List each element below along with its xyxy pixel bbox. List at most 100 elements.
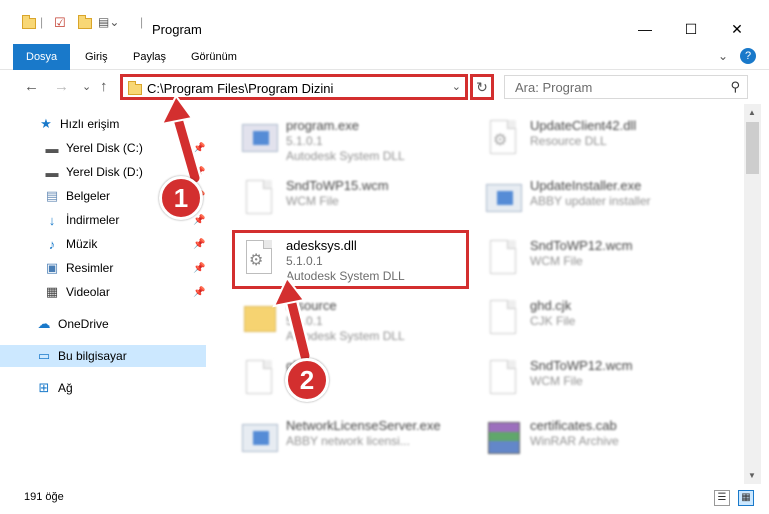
new-folder-icon[interactable] [78, 15, 92, 29]
file-icon [240, 176, 274, 218]
cloud-icon: ☁ [37, 316, 51, 331]
file-item[interactable]: UpdateInstaller.exe ABBY updater install… [480, 172, 720, 224]
sidebar-item-disk-c[interactable]: ▬ Yerel Disk (C:) 📌 [0, 137, 206, 159]
properties-icon[interactable]: ☑ [54, 15, 66, 31]
dll-file-icon: ⚙ [484, 116, 518, 158]
window-title: Program [152, 22, 202, 37]
file-name: SndToWP15.wcm [286, 178, 389, 193]
address-path: C:\Program Files\Program Dizini [147, 81, 334, 96]
search-box[interactable]: Ara: Program ⚲ [504, 75, 748, 99]
file-item[interactable]: ghdat [236, 352, 476, 404]
tab-giris[interactable]: Giriş [72, 44, 121, 70]
refresh-button[interactable]: ↻ [470, 74, 494, 100]
scroll-thumb[interactable] [746, 122, 759, 174]
recent-locations-button[interactable]: ⌄ [82, 80, 91, 93]
sidebar-item-music[interactable]: ♪ Müzik 📌 [0, 233, 206, 255]
tab-paylas[interactable]: Paylaş [120, 44, 179, 70]
sidebar-item-label: Hızlı erişim [60, 117, 120, 131]
file-type: WinRAR Archive [530, 434, 619, 448]
file-type: WCM File [530, 254, 583, 268]
file-type: WCM File [530, 374, 583, 388]
file-item[interactable]: NetworkLicenseServer.exe ABBY network li… [236, 412, 476, 464]
help-button[interactable]: ? [740, 48, 756, 64]
file-name: UpdateClient42.dll [530, 118, 637, 133]
address-bar[interactable]: C:\Program Files\Program Dizini ⌄ [120, 74, 468, 100]
pin-icon: 📌 [193, 142, 206, 154]
file-item[interactable]: certificates.cab WinRAR Archive [480, 412, 720, 464]
application-icon [240, 416, 278, 458]
pin-icon: 📌 [193, 166, 206, 178]
file-item[interactable]: ghd.cjk CJK File [480, 292, 720, 344]
divider: | [40, 15, 44, 29]
search-icon[interactable]: ⚲ [730, 79, 740, 95]
file-name: SndToWP12.wcm [530, 238, 633, 253]
pin-icon: 📌 [193, 286, 206, 298]
sidebar-item-onedrive[interactable]: ☁ OneDrive [0, 313, 206, 335]
download-icon: ↓ [48, 212, 56, 228]
folder-icon [128, 81, 142, 95]
documents-icon: ▤ [45, 188, 59, 203]
file-list: program.exe 5.1.0.1 Autodesk System DLL … [206, 104, 744, 484]
up-button[interactable]: ↑ [100, 78, 108, 95]
file-icon [240, 356, 274, 398]
videos-icon: ▦ [45, 284, 59, 299]
file-item[interactable]: SndToWP12.wcm WCM File [480, 232, 720, 284]
file-name: UpdateInstaller.exe [530, 178, 642, 193]
file-type: Resource DLL [530, 134, 607, 148]
file-description: Autodesk System DLL [286, 329, 405, 343]
file-name: ghd.cjk [530, 298, 572, 313]
file-version: 5.1.0.1 [286, 314, 323, 328]
file-name: NetworkLicenseServer.exe [286, 418, 441, 433]
file-item[interactable]: program.exe 5.1.0.1 Autodesk System DLL [236, 112, 476, 164]
back-button[interactable]: ← [24, 78, 39, 95]
sidebar-item-label: Videolar [66, 285, 110, 299]
file-name: certificates.cab [530, 418, 617, 433]
network-icon: ⊞ [38, 380, 50, 395]
file-icon [484, 296, 518, 338]
minimize-button[interactable]: — [622, 14, 668, 44]
customize-toolbar-icon[interactable]: ▤⌄ [98, 15, 119, 29]
scroll-down-icon[interactable]: ▼ [748, 471, 756, 480]
navigation-pane: ★ Hızlı erişim ▬ Yerel Disk (C:) 📌 ▬ Yer… [0, 104, 206, 484]
pin-icon: 📌 [193, 262, 206, 274]
file-icon [484, 356, 518, 398]
maximize-button[interactable]: ☐ [668, 14, 714, 44]
sidebar-item-videos[interactable]: ▦ Videolar 📌 [0, 281, 206, 303]
details-view-icon[interactable]: ☰ [714, 490, 730, 506]
close-button[interactable]: ✕ [714, 14, 760, 44]
file-item[interactable]: SndToWP15.wcm WCM File [236, 172, 476, 224]
sidebar-item-label: OneDrive [58, 317, 109, 331]
sidebar-item-label: Yerel Disk (D:) [66, 165, 143, 179]
pictures-icon: ▣ [45, 260, 59, 275]
pin-icon: 📌 [193, 238, 206, 250]
file-type: CJK File [530, 314, 576, 328]
file-item[interactable]: SndToWP12.wcm WCM File [480, 352, 720, 404]
scroll-up-icon[interactable]: ▲ [748, 108, 756, 117]
sidebar-item-network[interactable]: ⊞ Ağ [0, 377, 206, 399]
archive-icon [484, 416, 520, 458]
vertical-scrollbar[interactable]: ▲ ▼ [744, 104, 761, 484]
file-item[interactable]: ⚙ UpdateClient42.dll Resource DLL [480, 112, 720, 164]
tab-gorunum[interactable]: Görünüm [178, 44, 250, 70]
sidebar-item-quick-access[interactable]: ★ Hızlı erişim [0, 113, 206, 135]
file-description: Autodesk System DLL [286, 149, 405, 163]
file-highlight-box [232, 230, 469, 289]
file-version: 5.1.0.1 [286, 134, 323, 148]
file-item[interactable]: resource 5.1.0.1 Autodesk System DLL [236, 292, 476, 344]
installer-icon [484, 176, 522, 218]
sidebar-item-pictures[interactable]: ▣ Resimler 📌 [0, 257, 206, 279]
forward-button[interactable]: → [54, 78, 69, 95]
title-bar: | ☑ ▤⌄ | Program — ☐ ✕ [0, 0, 769, 44]
ribbon-expand-icon[interactable]: ⌄ [718, 49, 728, 63]
file-type: ABBY updater installer [530, 194, 651, 208]
tab-dosya[interactable]: Dosya [13, 44, 71, 70]
file-type: ABBY network licensi... [286, 434, 410, 448]
chevron-down-icon[interactable]: ⌄ [452, 80, 461, 93]
search-placeholder: Ara: Program [515, 80, 593, 95]
application-icon [240, 116, 278, 158]
sidebar-item-label: Belgeler [66, 189, 111, 203]
file-name: resource [286, 298, 337, 313]
sidebar-item-label: Müzik [66, 237, 98, 251]
tiles-view-icon[interactable]: ▦ [738, 490, 754, 506]
sidebar-item-this-pc[interactable]: ▭ Bu bilgisayar [0, 345, 206, 367]
